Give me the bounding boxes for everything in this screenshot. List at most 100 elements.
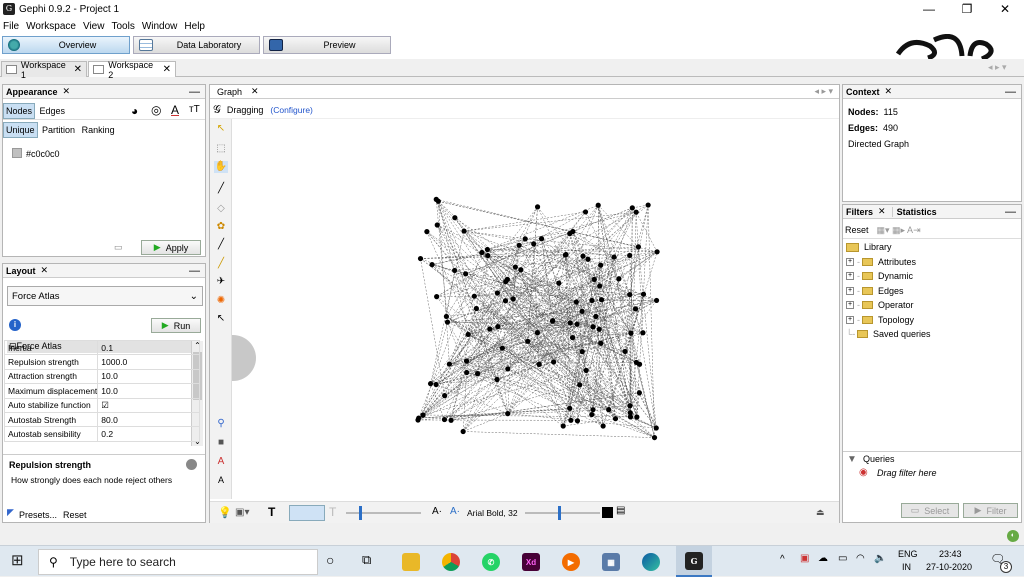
- graph-node[interactable]: [525, 339, 530, 344]
- drag-icon[interactable]: ✋: [214, 161, 228, 173]
- graph-node[interactable]: [634, 210, 639, 215]
- graph-node[interactable]: [420, 412, 425, 417]
- graph-node[interactable]: [434, 294, 439, 299]
- tab-ranking[interactable]: Ranking: [80, 123, 117, 137]
- graph-node[interactable]: [518, 267, 523, 272]
- color-swatch[interactable]: [12, 148, 22, 158]
- label-color-icon[interactable]: A: [171, 103, 179, 117]
- graph-node[interactable]: [627, 403, 632, 408]
- adobe-xd-icon[interactable]: Xd: [522, 553, 540, 571]
- edge-icon[interactable]: [642, 553, 660, 571]
- edge-mode-toggle[interactable]: [289, 505, 325, 521]
- graph-node[interactable]: [637, 390, 642, 395]
- graph-node[interactable]: [589, 412, 594, 417]
- graph-node[interactable]: [495, 290, 500, 295]
- tab-partition[interactable]: Partition: [40, 123, 77, 137]
- graph-node[interactable]: [583, 209, 588, 214]
- graph-node[interactable]: [485, 247, 490, 252]
- select-button[interactable]: ▭Select: [901, 503, 959, 518]
- close-panel-icon[interactable]: ✕: [878, 206, 886, 217]
- property-row[interactable]: Auto stabilize function☑: [5, 398, 200, 412]
- data-laboratory-button[interactable]: Data Laboratory: [133, 36, 260, 54]
- expand-icon[interactable]: +: [846, 272, 854, 280]
- graph-node[interactable]: [654, 425, 659, 430]
- graph-node[interactable]: [429, 262, 434, 267]
- label-text-icon[interactable]: T: [329, 505, 336, 519]
- graph-node[interactable]: [539, 236, 544, 241]
- font-selector[interactable]: Arial Bold, 32: [467, 508, 518, 518]
- taskbar-search-box[interactable]: ⚲ Type here to search: [38, 549, 318, 575]
- battery-icon[interactable]: ▭: [838, 553, 847, 564]
- graph-node[interactable]: [636, 244, 641, 249]
- graph-node[interactable]: [633, 306, 638, 311]
- property-value[interactable]: ☑: [98, 398, 200, 412]
- lightbulb-icon[interactable]: 💡: [218, 506, 232, 519]
- graph-node[interactable]: [444, 314, 449, 319]
- attributes-icon[interactable]: ▤: [616, 505, 625, 516]
- graph-node[interactable]: [500, 346, 505, 351]
- close-tab-icon[interactable]: ✕: [74, 64, 82, 75]
- graph-node[interactable]: [474, 306, 479, 311]
- zoom-icon[interactable]: ⚲: [214, 418, 228, 430]
- graph-node[interactable]: [641, 292, 646, 297]
- graph-node[interactable]: [464, 370, 469, 375]
- property-value[interactable]: 0.2: [98, 427, 200, 441]
- language-indicator[interactable]: ENG: [898, 549, 918, 559]
- restore-button[interactable]: ❐: [948, 0, 986, 18]
- graph-node[interactable]: [589, 298, 594, 303]
- property-row[interactable]: Attraction strength10.0: [5, 369, 200, 383]
- menu-tools[interactable]: Tools: [111, 21, 134, 32]
- graph-node[interactable]: [464, 358, 469, 363]
- menu-help[interactable]: Help: [184, 21, 205, 32]
- graph-node[interactable]: [652, 435, 657, 440]
- graph-node[interactable]: [570, 229, 575, 234]
- graph-node[interactable]: [505, 411, 510, 416]
- property-row[interactable]: Maximum displacement10.0: [5, 384, 200, 398]
- menu-view[interactable]: View: [83, 21, 105, 32]
- property-row[interactable]: Inertia0.1: [5, 341, 200, 355]
- graph-node[interactable]: [592, 277, 597, 282]
- font-color-icon[interactable]: A: [214, 456, 228, 468]
- graph-tab-label[interactable]: Graph: [213, 87, 246, 97]
- close-panel-icon[interactable]: ✕: [885, 86, 893, 97]
- graph-node[interactable]: [597, 327, 602, 332]
- workspace-tab-2[interactable]: Workspace 2 ✕: [88, 61, 176, 77]
- expand-icon[interactable]: +: [846, 287, 854, 295]
- gephi-taskbar-button[interactable]: G: [676, 546, 712, 577]
- overview-button[interactable]: Overview: [2, 36, 130, 54]
- whatsapp-icon[interactable]: ✆: [482, 553, 500, 571]
- graph-node[interactable]: [517, 243, 522, 248]
- expand-icon[interactable]: +: [846, 258, 854, 266]
- graph-node[interactable]: [654, 298, 659, 303]
- graph-node[interactable]: [634, 414, 639, 419]
- background-color-icon[interactable]: ■: [214, 437, 228, 449]
- graph-node[interactable]: [535, 204, 540, 209]
- tray-app-icon[interactable]: ▣: [800, 553, 809, 564]
- region-indicator[interactable]: IN: [902, 562, 911, 572]
- graph-node[interactable]: [630, 205, 635, 210]
- expand-icon[interactable]: +: [846, 301, 854, 309]
- graph-node[interactable]: [551, 359, 556, 364]
- expand-icon[interactable]: ⏏: [816, 507, 825, 518]
- graph-node[interactable]: [585, 257, 590, 262]
- graph-node[interactable]: [590, 407, 595, 412]
- graph-node[interactable]: [640, 330, 645, 335]
- shortest-path-icon[interactable]: ✈: [214, 276, 228, 288]
- graph-node[interactable]: [442, 417, 447, 422]
- cursor-icon[interactable]: ↖: [214, 123, 228, 135]
- tree-library[interactable]: Library: [846, 242, 892, 252]
- graph-node[interactable]: [616, 276, 621, 281]
- menu-file[interactable]: File: [3, 21, 19, 32]
- graph-node[interactable]: [466, 332, 471, 337]
- media-player-icon[interactable]: ▶: [562, 553, 580, 571]
- graph-node[interactable]: [505, 366, 510, 371]
- windows-start-icon[interactable]: ⊞: [11, 553, 24, 569]
- tab-edges[interactable]: Edges: [38, 104, 68, 118]
- graph-node[interactable]: [611, 254, 616, 259]
- run-button[interactable]: ▶ Run: [151, 318, 201, 333]
- graph-canvas[interactable]: [233, 119, 839, 501]
- graph-node[interactable]: [580, 309, 585, 314]
- font-size-decrease-icon[interactable]: A·: [432, 506, 442, 517]
- graph-node[interactable]: [503, 279, 508, 284]
- tab-filters[interactable]: Filters: [846, 207, 873, 217]
